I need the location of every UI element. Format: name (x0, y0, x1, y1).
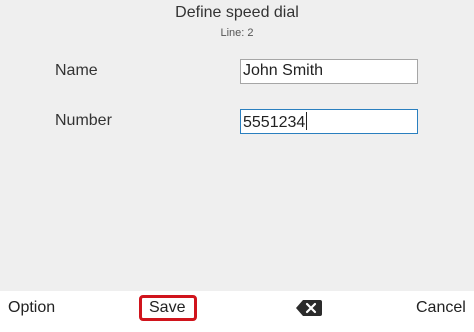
line-subtitle: Line: 2 (220, 27, 254, 39)
backspace-icon[interactable] (296, 300, 322, 316)
softkey-bar: Option Save Cancel (0, 291, 474, 332)
page-title: Define speed dial (175, 4, 299, 21)
phone-screen: Define speed dial Line: 2 Name John Smit… (0, 0, 474, 332)
content-area: Define speed dial Line: 2 Name John Smit… (0, 0, 474, 291)
number-label: Number (55, 112, 112, 129)
option-softkey[interactable]: Option (8, 299, 55, 317)
name-field-value: John Smith (243, 62, 324, 79)
number-field[interactable]: 5551234 (240, 109, 418, 134)
text-caret (306, 112, 308, 130)
name-label: Name (55, 62, 98, 79)
number-field-value: 5551234 (243, 114, 306, 131)
save-softkey[interactable]: Save (149, 299, 185, 317)
name-field[interactable]: John Smith (240, 59, 418, 84)
cancel-softkey[interactable]: Cancel (416, 299, 466, 317)
